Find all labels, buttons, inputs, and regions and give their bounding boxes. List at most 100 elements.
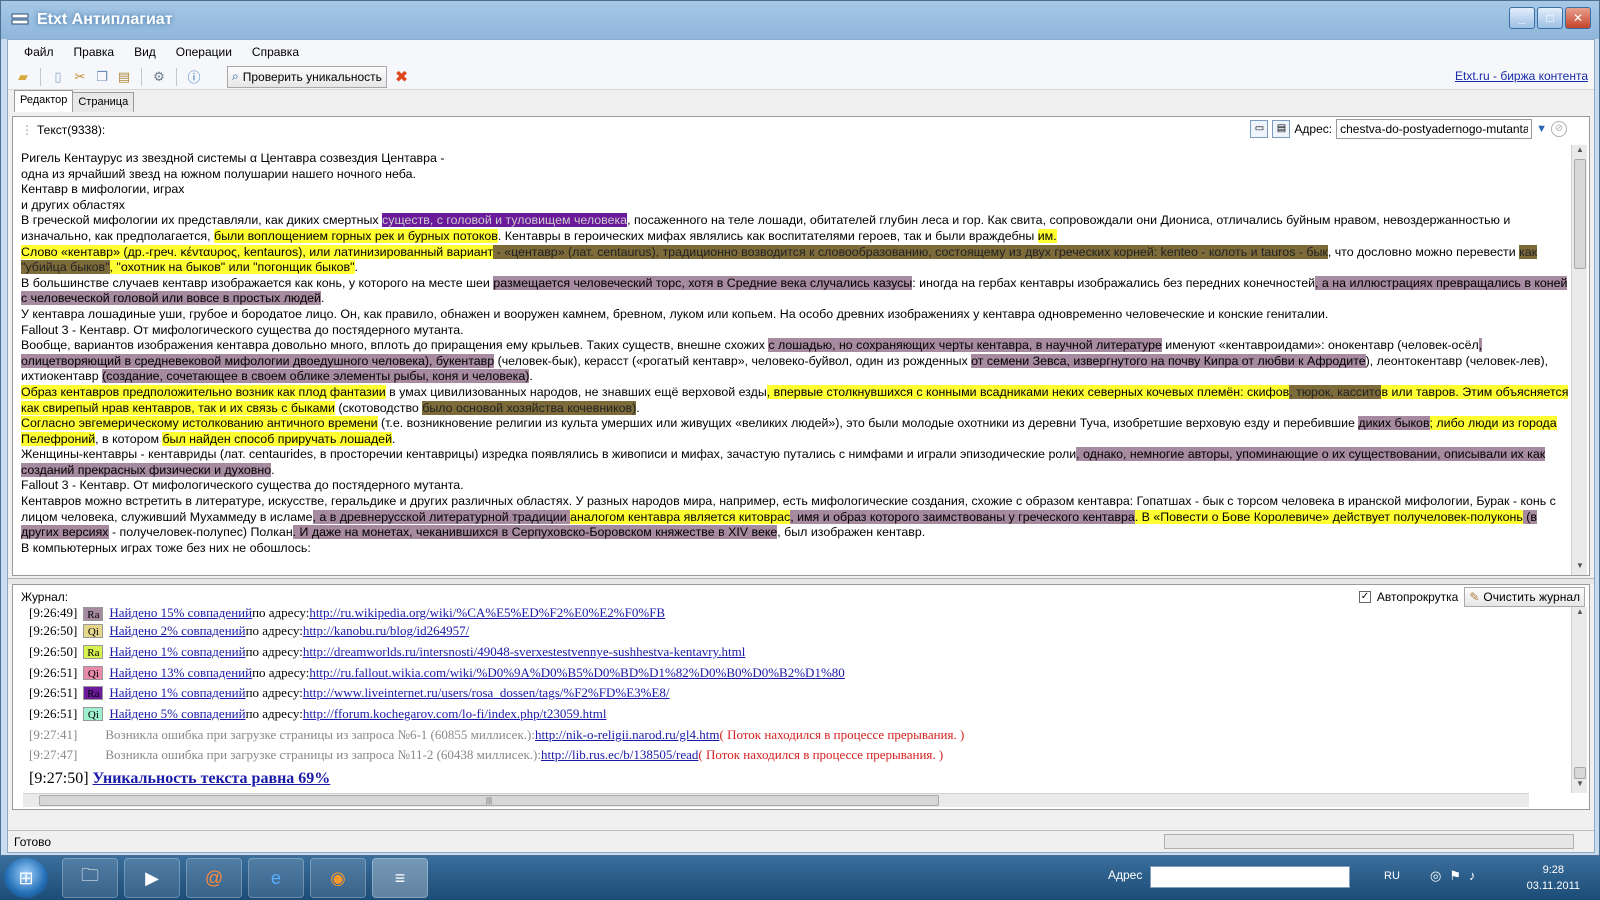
editor-scrollbar[interactable]: ▲ ▼ bbox=[1571, 145, 1587, 575]
start-button[interactable]: ⊞ bbox=[4, 858, 48, 898]
source-url-link[interactable]: http://ru.fallout.wikia.com/wiki/%D0%9A%… bbox=[309, 665, 844, 681]
stop-icon[interactable]: ✖ bbox=[395, 67, 408, 87]
editor-paragraph: Слово «кентавр» (др.-греч. κένταυρος, ke… bbox=[21, 244, 1569, 276]
chevron-down-icon[interactable]: ▼ bbox=[1536, 123, 1547, 135]
source-url-link[interactable]: http://www.liveinternet.ru/users/rosa_do… bbox=[303, 685, 670, 701]
scroll-up-icon[interactable]: ▲ bbox=[1572, 145, 1588, 159]
scroll-up-icon[interactable]: ▲ bbox=[1572, 607, 1588, 621]
text-fragment: (скотоводство bbox=[334, 400, 423, 415]
mail-task-icon[interactable]: @ bbox=[186, 858, 242, 898]
source-tag: Ra bbox=[83, 686, 104, 701]
error-text: Возникла ошибка при загрузке страницы из… bbox=[105, 726, 535, 742]
match-link[interactable]: Найдено 13% совпадений bbox=[109, 665, 252, 681]
scrollbar-thumb[interactable] bbox=[1574, 159, 1586, 269]
highlighted-fragment: размещается человеческий торс, хотя в Ср… bbox=[493, 275, 913, 290]
log-error: [9:27:47] Возникла ошибка при загрузке ст… bbox=[29, 745, 1549, 766]
menu-view[interactable]: Вид bbox=[124, 45, 166, 59]
info-icon[interactable]: ⓘ bbox=[185, 68, 203, 86]
view-split-icon[interactable]: ▤ bbox=[1272, 120, 1291, 138]
menu-operations[interactable]: Операции bbox=[166, 45, 242, 59]
paste-icon[interactable]: ▤ bbox=[115, 68, 133, 86]
title-bar[interactable]: Etxt Антиплагиат _ □ ✕ bbox=[1, 1, 1599, 39]
log-suffix: по адресу: bbox=[245, 706, 303, 722]
etxt-task-icon[interactable]: ≡ bbox=[372, 858, 428, 898]
cut-icon[interactable]: ✂ bbox=[71, 68, 89, 86]
scroll-down-icon[interactable]: ▼ bbox=[1572, 561, 1588, 575]
minimize-button[interactable]: _ bbox=[1509, 7, 1535, 29]
clock-time: 9:28 bbox=[1542, 864, 1564, 876]
highlighted-fragment: существ, с головой и туловищем человека bbox=[382, 213, 628, 228]
hscrollbar-thumb[interactable]: ||| bbox=[39, 795, 939, 806]
menu-bar: Файл Правка Вид Операции Справка bbox=[8, 40, 1594, 64]
close-button[interactable]: ✕ bbox=[1565, 7, 1591, 29]
maximize-button[interactable]: □ bbox=[1537, 7, 1563, 29]
taskbar-address-input[interactable] bbox=[1150, 866, 1350, 888]
menu-help[interactable]: Справка bbox=[242, 45, 309, 59]
network-icon[interactable]: ⚑ bbox=[1449, 868, 1461, 884]
address-input[interactable] bbox=[1336, 119, 1533, 139]
clear-address-icon[interactable]: ⊘ bbox=[1551, 121, 1567, 137]
source-tag: Qi bbox=[83, 624, 104, 639]
new-document-icon[interactable]: ▯ bbox=[49, 68, 67, 86]
journal-log: [9:26:49] Ra Найдено 15% совпадений по адр… bbox=[29, 607, 1549, 793]
match-link[interactable]: Найдено 1% совпадений bbox=[109, 685, 245, 701]
error-url-link[interactable]: http://nik-o-religii.narod.ru/gl4.htm bbox=[535, 727, 720, 743]
match-link[interactable]: Найдено 5% совпадений bbox=[109, 706, 245, 722]
check-uniqueness-button[interactable]: ⌕ Проверить уникальность bbox=[227, 65, 387, 88]
editor-paragraph: В компьютерных играх тоже без них не обо… bbox=[21, 541, 1569, 557]
volume-icon[interactable]: ♪ bbox=[1469, 868, 1476, 884]
app-window: Etxt Антиплагиат _ □ ✕ Файл Правка Вид О… bbox=[0, 0, 1600, 856]
explorer-task-icon[interactable]: 🗀 bbox=[62, 858, 118, 898]
firefox-task-icon[interactable]: ◉ bbox=[310, 858, 366, 898]
window-title: Etxt Антиплагиат bbox=[37, 11, 173, 28]
highlighted-fragment: , "охотник на быков" или "погонщик быков… bbox=[109, 260, 355, 275]
scroll-down-icon[interactable]: ▼ bbox=[1572, 779, 1588, 793]
log-time: [9:27:47] bbox=[29, 747, 78, 763]
highlighted-fragment: , впервые столкнувшихся с конными всадни… bbox=[766, 384, 1290, 399]
source-url-link[interactable]: http://kanobu.ru/blog/id264957/ bbox=[303, 623, 469, 639]
uniqueness-result: [9:27:50] Уникальность текста равна 69% bbox=[29, 766, 1549, 792]
autoscroll-checkbox[interactable]: ✓ bbox=[1358, 591, 1371, 603]
source-url-link[interactable]: http://fforum.kochegarov.com/lo-fi/index… bbox=[303, 706, 607, 722]
journal-hscrollbar[interactable]: ||| bbox=[23, 793, 1529, 807]
log-entry: [9:26:50] Ra Найдено 1% совпадений по адре… bbox=[29, 642, 1549, 663]
tray-icon[interactable]: ◎ bbox=[1430, 868, 1441, 884]
editor-panel: ⋮ Текст(9338): ▭ ▤ Адрес: ▼ ⊘ Ригель Кен… bbox=[12, 116, 1590, 576]
match-link[interactable]: Найдено 1% совпадений bbox=[109, 644, 245, 660]
tab-editor[interactable]: Редактор bbox=[14, 90, 74, 112]
language-indicator[interactable]: RU bbox=[1384, 870, 1400, 882]
tab-page[interactable]: Страница bbox=[72, 92, 135, 112]
source-tag: Qi bbox=[83, 665, 104, 680]
copy-icon[interactable]: ❐ bbox=[93, 68, 111, 86]
open-folder-icon[interactable]: ▰ bbox=[14, 68, 32, 86]
clear-journal-button[interactable]: ✎ Очистить журнал bbox=[1464, 587, 1585, 607]
clear-journal-label: Очистить журнал bbox=[1483, 590, 1580, 604]
match-link[interactable]: Найдено 15% совпадений bbox=[109, 607, 252, 621]
uniqueness-result-link[interactable]: Уникальность текста равна 69% bbox=[93, 770, 331, 788]
highlighted-fragment: Образ кентавров предположительно возник … bbox=[21, 384, 386, 399]
media-player-task-icon[interactable]: ▶ bbox=[124, 858, 180, 898]
text-fragment: , в котором bbox=[95, 431, 163, 446]
clock[interactable]: 9:28 03.11.2011 bbox=[1527, 862, 1580, 894]
match-link[interactable]: Найдено 2% совпадений bbox=[109, 623, 245, 639]
menu-edit[interactable]: Правка bbox=[64, 45, 125, 59]
journal-scrollbar[interactable]: ▲ ▼ bbox=[1571, 607, 1587, 793]
settings-icon[interactable]: ⚙ bbox=[150, 68, 168, 86]
menu-file[interactable]: Файл bbox=[14, 45, 64, 59]
system-tray: ◎ ⚑ ♪ bbox=[1430, 868, 1476, 884]
source-url-link[interactable]: http://dreamworlds.ru/intersnosti/49048-… bbox=[303, 644, 746, 660]
check-uniqueness-label: Проверить уникальность bbox=[242, 69, 382, 84]
highlighted-fragment: - колоть и tauros - бык bbox=[1197, 244, 1328, 259]
error-url-link[interactable]: http://lib.rus.ec/b/138505/read bbox=[541, 747, 698, 763]
ie-task-icon[interactable]: e bbox=[248, 858, 304, 898]
log-entry: [9:26:50] Qi Найдено 2% совпадений по адре… bbox=[29, 621, 1549, 642]
etxt-link[interactable]: Etxt.ru - биржа контента bbox=[1455, 69, 1588, 83]
scrollbar-thumb[interactable] bbox=[1574, 767, 1586, 779]
source-url-link[interactable]: http://ru.wikipedia.org/wiki/%CA%E5%ED%F… bbox=[309, 607, 665, 621]
highlighted-fragment: аналогом кентавра является китоврас bbox=[570, 509, 791, 524]
error-reason: ( Поток находился в процессе прерывания.… bbox=[698, 747, 944, 763]
magnifier-icon: ⌕ bbox=[232, 69, 239, 83]
toolbar-separator bbox=[141, 67, 142, 86]
text-editor[interactable]: Ригель Кентаурус из звездной системы α Ц… bbox=[21, 151, 1569, 573]
view-single-icon[interactable]: ▭ bbox=[1250, 120, 1269, 138]
